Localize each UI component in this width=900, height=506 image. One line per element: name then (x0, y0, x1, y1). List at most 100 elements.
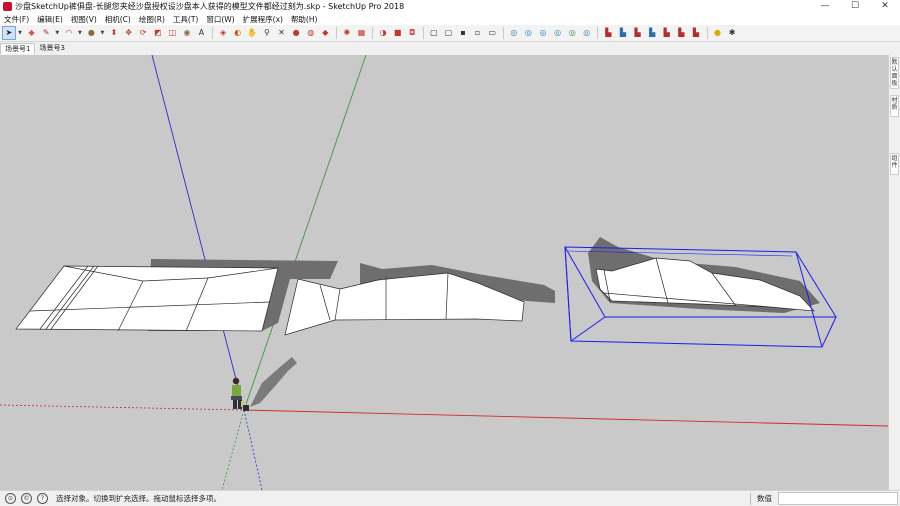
sandbox-flip-edge-icon[interactable]: ▙ (690, 27, 702, 39)
window-title: 沙盘SketchUp裤俱盘-长腿您夹经沙盘授权设沙盘本人获得的模型文件都经过刻为… (15, 2, 405, 11)
components-icon[interactable]: ◍ (305, 27, 317, 39)
menu-window[interactable]: 窗口(W) (202, 14, 238, 25)
scale-icon[interactable]: ◩ (152, 27, 164, 39)
geo-location-icon[interactable]: ● (712, 27, 724, 39)
menu-bar: 文件(F) 编辑(E) 视图(V) 相机(C) 绘图(R) 工具(T) 窗口(W… (0, 13, 900, 25)
menu-help[interactable]: 帮助(H) (287, 14, 322, 25)
toolbar-separator (597, 27, 599, 39)
monochrome-style-icon[interactable]: ◎ (581, 27, 593, 39)
geo-location-icon[interactable]: ⊙ (5, 493, 16, 504)
textured-style-icon[interactable]: ◎ (566, 27, 578, 39)
pencil-line-icon[interactable]: ✎ (40, 27, 52, 39)
zoom-icon[interactable]: ⚲ (261, 27, 273, 39)
menu-file[interactable]: 文件(F) (0, 14, 33, 25)
xray-style-icon[interactable]: ◎ (508, 27, 520, 39)
warehouse-icon[interactable]: ● (290, 27, 302, 39)
extension-tool-icon[interactable]: ✱ (726, 27, 738, 39)
view-front-icon[interactable]: ▪ (457, 27, 469, 39)
status-divider (750, 492, 751, 505)
tray-tab-components[interactable]: 组件 (890, 153, 899, 175)
toolbar-separator (212, 27, 214, 39)
menu-extensions[interactable]: 扩展程序(x) (239, 14, 287, 25)
chevron-down-icon[interactable]: ▼ (55, 27, 60, 39)
sketchup-app-icon (3, 2, 12, 11)
hidden-line-style-icon[interactable]: ◎ (537, 27, 549, 39)
sandbox-add-detail-icon[interactable]: ▙ (675, 27, 687, 39)
select-arrow-icon[interactable]: ➤ (2, 26, 16, 40)
maximize-button[interactable]: ☐ (840, 0, 870, 13)
view-iso-icon[interactable]: ▢ (428, 27, 440, 39)
toolbar-separator (706, 27, 708, 39)
tray-tab-default[interactable]: 默认面板 (890, 57, 899, 89)
toolbar-separator (502, 27, 504, 39)
text-label-icon[interactable]: A (196, 27, 208, 39)
model-surface-left (15, 265, 279, 332)
toolbar-separator (335, 27, 337, 39)
help-icon[interactable]: ? (37, 493, 48, 504)
extension-warehouse-icon[interactable]: ◆ (319, 27, 331, 39)
red-axis (243, 409, 888, 427)
view-right-icon[interactable]: ▫ (472, 27, 484, 39)
layers-icon[interactable]: ▦ (355, 27, 367, 39)
default-tray-panel: 默认面板 材质 组件 (888, 55, 900, 490)
person-shadow (250, 357, 297, 407)
push-pull-icon[interactable]: ⬍ (108, 27, 120, 39)
wireframe-style-icon[interactable]: ◎ (522, 27, 534, 39)
sandbox-drape-icon[interactable]: ▙ (661, 27, 673, 39)
blue-axis-negative (243, 409, 263, 490)
status-bar: ⊙ © ? 选择对象。切换到扩充选择。拖动鼠标选择多项。 数值 (0, 490, 900, 506)
red-axis-negative (0, 404, 245, 411)
measurements-input[interactable] (778, 492, 898, 505)
measurements-label: 数值 (757, 494, 772, 503)
person-figure (231, 377, 249, 411)
circle-shape-icon[interactable]: ● (85, 27, 97, 39)
tape-measure-icon[interactable]: ◉ (181, 27, 193, 39)
menu-view[interactable]: 视图(V) (67, 14, 101, 25)
sandbox-from-scratch-icon[interactable]: ▙ (617, 27, 629, 39)
toolbar-separator (372, 27, 374, 39)
eraser-icon[interactable]: ◆ (26, 27, 38, 39)
scene-tab-1[interactable]: 场景号1 (0, 42, 36, 54)
move-icon[interactable]: ✥ (123, 27, 135, 39)
scene-tab-3[interactable]: 场景号3 (35, 43, 68, 53)
section-plane-icon[interactable]: ◑ (377, 27, 389, 39)
window-controls: — ☐ ✕ (810, 0, 900, 13)
chevron-down-icon[interactable]: ▼ (100, 27, 105, 39)
zoom-extents-icon[interactable]: ✕ (276, 27, 288, 39)
model-canvas[interactable] (0, 55, 888, 490)
view-top-icon[interactable]: ▢ (442, 27, 454, 39)
sandbox-stamp-icon[interactable]: ▙ (646, 27, 658, 39)
main-toolbar: ➤ ▼ ◆ ✎ ▼ ◠ ▼ ● ▼ ⬍ ✥ ⟳ ◩ ◫ ◉ A ◈ ◐ ✋ ⚲ ✕ ● ◍ ◆ ✺ ▦ ◑ ■ ◘ ▢ ▢ ▪ ▫ ▭ ◎ ◎ ◎ ◎ ◎ ◎… (0, 25, 900, 42)
model-viewport[interactable] (0, 55, 888, 490)
chevron-down-icon[interactable]: ▼ (77, 27, 82, 39)
section-display-icon[interactable]: ◘ (406, 27, 418, 39)
close-button[interactable]: ✕ (870, 0, 900, 13)
chevron-down-icon[interactable]: ▼ (18, 27, 23, 39)
shaded-style-icon[interactable]: ◎ (552, 27, 564, 39)
paint-bucket-icon[interactable]: ◈ (217, 27, 229, 39)
menu-draw[interactable]: 绘图(R) (135, 14, 169, 25)
green-axis-negative (221, 409, 245, 490)
offset-icon[interactable]: ◫ (166, 27, 178, 39)
blue-axis (151, 55, 245, 411)
sun-settings-icon[interactable]: ✺ (341, 27, 353, 39)
toolbar-separator (422, 27, 424, 39)
menu-edit[interactable]: 编辑(E) (33, 14, 67, 25)
credits-icon[interactable]: © (21, 493, 32, 504)
status-message: 选择对象。切换到扩充选择。拖动鼠标选择多项。 (56, 494, 221, 503)
arc-icon[interactable]: ◠ (63, 27, 75, 39)
scene-tabs: 场景号1 场景号3 (0, 42, 888, 54)
minimize-button[interactable]: — (810, 0, 840, 13)
section-fill-icon[interactable]: ■ (392, 27, 404, 39)
sandbox-from-contours-icon[interactable]: ▙ (602, 27, 614, 39)
view-back-icon[interactable]: ▭ (486, 27, 498, 39)
menu-camera[interactable]: 相机(C) (101, 14, 135, 25)
sandbox-smoove-icon[interactable]: ▙ (632, 27, 644, 39)
rotate-icon[interactable]: ⟳ (137, 27, 149, 39)
green-axis (243, 55, 367, 411)
menu-tools[interactable]: 工具(T) (169, 14, 202, 25)
title-bar: 沙盘SketchUp裤俱盘-长腿您夹经沙盘授权设沙盘本人获得的模型文件都经过刻为… (0, 0, 900, 13)
pan-icon[interactable]: ✋ (246, 27, 258, 39)
tray-tab-materials[interactable]: 材质 (890, 95, 899, 117)
orbit-icon[interactable]: ◐ (232, 27, 244, 39)
